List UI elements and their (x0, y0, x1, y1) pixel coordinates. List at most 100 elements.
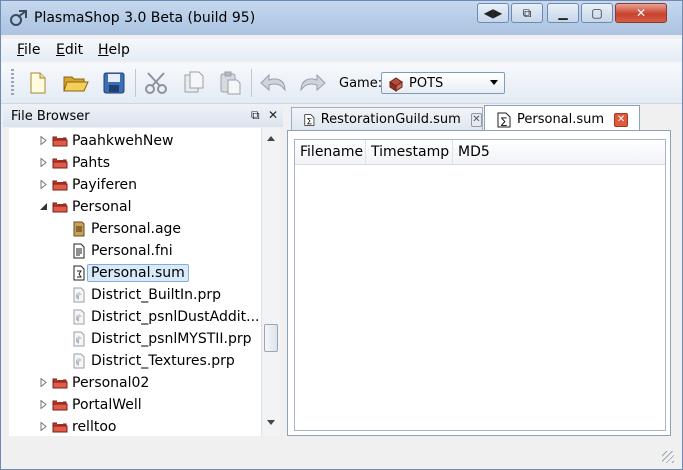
game-select-value: POTS (409, 75, 444, 91)
paste-button[interactable] (215, 68, 245, 98)
game-label: Game: (339, 76, 383, 91)
tree-item-personal02[interactable]: Personal02 (38, 372, 149, 393)
scroll-up-icon[interactable] (267, 136, 275, 141)
tree-item-label: District_BuiltIn.prp (91, 286, 222, 303)
tree-item-personal-age[interactable]: Personal.age (71, 218, 181, 239)
sum-file-icon: ∑ (304, 113, 315, 126)
folder-file-icon (52, 419, 68, 435)
sum-file-icon: ∑ (497, 112, 511, 127)
scissors-icon (145, 72, 167, 94)
tree-item-label: Payiferen (72, 176, 138, 193)
collapsed-arrow-icon[interactable] (38, 180, 48, 190)
menu-file[interactable]: File (17, 42, 40, 58)
tab-label: Personal.sum (517, 112, 605, 127)
prp-file-icon (71, 309, 87, 325)
tree-item-district-psnldustaddit[interactable]: District_psnlDustAddit... (71, 306, 260, 327)
minimize-icon: ▁ (558, 6, 568, 20)
file-tree[interactable]: PaahkwehNew Pahts Payiferen Personal Persona… (9, 128, 261, 436)
toolbar-grip[interactable] (11, 69, 14, 97)
undo-button[interactable] (259, 68, 289, 98)
maximize-icon: ▢ (591, 6, 603, 20)
window-arrow-icon: ⧉ (522, 5, 532, 20)
toggle-layout-button[interactable]: ◀▶ (477, 3, 509, 23)
collapsed-arrow-icon[interactable] (38, 378, 48, 388)
column-timestamp[interactable]: Timestamp (366, 140, 453, 164)
tree-item-label: Pahts (72, 154, 111, 171)
file-browser-header: File Browser ⧉ ✕ (3, 105, 283, 127)
collapsed-arrow-icon[interactable] (38, 136, 48, 146)
tree-item-label: Personal02 (72, 374, 150, 391)
folder-file-icon (52, 199, 68, 215)
tree-item-relltoo[interactable]: relltoo (38, 416, 116, 436)
maximize-button[interactable]: ▢ (581, 3, 613, 23)
arrows-icon: ◀▶ (483, 6, 503, 20)
toolbar-separator (135, 69, 136, 97)
collapsed-arrow-icon[interactable] (38, 158, 48, 168)
tab-label: RestorationGuild.sum (320, 112, 461, 127)
tree-item-label: District_psnlDustAddit... (91, 308, 260, 325)
game-icon (389, 77, 403, 92)
sum-file-list[interactable]: Filename Timestamp MD5 (294, 139, 666, 431)
close-button[interactable]: ✕ (615, 3, 667, 23)
restore-sub-button[interactable]: ⧉ (511, 3, 543, 23)
redo-icon (300, 73, 326, 92)
open-folder-icon (63, 76, 89, 92)
folder-file-icon (52, 177, 68, 193)
tree-item-label: relltoo (72, 418, 117, 435)
svg-text:∑: ∑ (501, 117, 507, 127)
new-file-button[interactable] (23, 68, 53, 98)
new-file-icon (30, 72, 46, 94)
tree-item-personal-fni[interactable]: Personal.fni (71, 240, 173, 261)
tab-personal-sum[interactable]: ∑ Personal.sum ✕ (484, 105, 640, 133)
status-bar (1, 445, 682, 469)
game-select[interactable]: POTS (381, 72, 505, 94)
svg-text:∑: ∑ (307, 117, 312, 125)
tree-item-district-psnlmystii-prp[interactable]: District_psnlMYSTII.prp (71, 328, 252, 349)
main-window: PlasmaShop 3.0 Beta (build 95) ◀▶ ⧉ ▁ ▢ … (0, 0, 683, 470)
tree-item-pahts[interactable]: Pahts (38, 152, 110, 173)
window-title: PlasmaShop 3.0 Beta (build 95) (34, 10, 256, 26)
folder-file-icon (52, 375, 68, 391)
tree-item-label: Personal (72, 198, 132, 215)
tree-item-payiferen[interactable]: Payiferen (38, 174, 137, 195)
collapsed-arrow-icon[interactable] (38, 422, 48, 432)
tree-item-label: District_Textures.prp (91, 352, 235, 369)
tree-item-district-textures-prp[interactable]: District_Textures.prp (71, 350, 235, 371)
column-md5[interactable]: MD5 (453, 140, 665, 164)
fni-file-icon (71, 243, 87, 259)
tree-item-personal-sum[interactable]: Personal.sum (71, 262, 189, 283)
resize-grip-icon[interactable] (662, 451, 674, 463)
save-icon (103, 72, 125, 94)
tab-close-icon[interactable]: ✕ (614, 112, 629, 127)
open-button[interactable] (61, 68, 91, 98)
tree-item-paahkwehnew[interactable]: PaahkwehNew (38, 130, 173, 151)
tree-scrollbar[interactable] (261, 128, 280, 436)
folder-file-icon (52, 133, 68, 149)
close-panel-icon[interactable]: ✕ (268, 108, 278, 122)
undo-icon (260, 73, 286, 92)
tab-close-icon[interactable]: ✕ (470, 112, 482, 127)
collapsed-arrow-icon[interactable] (38, 400, 48, 410)
tree-item-label: District_psnlMYSTII.prp (91, 330, 252, 347)
copy-icon (184, 71, 204, 93)
list-header: Filename Timestamp MD5 (295, 140, 665, 165)
scroll-down-icon[interactable] (267, 420, 275, 425)
redo-button[interactable] (297, 68, 327, 98)
folder-file-icon (52, 155, 68, 171)
expanded-arrow-icon[interactable] (38, 202, 48, 212)
app-icon (10, 10, 27, 26)
copy-button[interactable] (179, 68, 209, 98)
tab-restorationguild-sum[interactable]: ∑ RestorationGuild.sum ✕ (291, 107, 483, 131)
scroll-thumb[interactable] (264, 324, 278, 352)
column-filename[interactable]: Filename (295, 140, 366, 164)
tree-item-personal[interactable]: Personal (38, 196, 132, 217)
cut-button[interactable] (142, 68, 172, 98)
save-button[interactable] (99, 68, 129, 98)
menu-help[interactable]: Help (98, 42, 130, 58)
menu-edit[interactable]: Edit (56, 42, 83, 58)
minimize-button[interactable]: ▁ (547, 3, 579, 23)
tree-item-district-builtin-prp[interactable]: District_BuiltIn.prp (71, 284, 221, 305)
float-panel-icon[interactable]: ⧉ (251, 108, 260, 123)
tree-item-portalwell[interactable]: PortalWell (38, 394, 142, 415)
editor-tabs: ∑ RestorationGuild.sum ✕ ∑ Personal.sum … (287, 105, 681, 133)
